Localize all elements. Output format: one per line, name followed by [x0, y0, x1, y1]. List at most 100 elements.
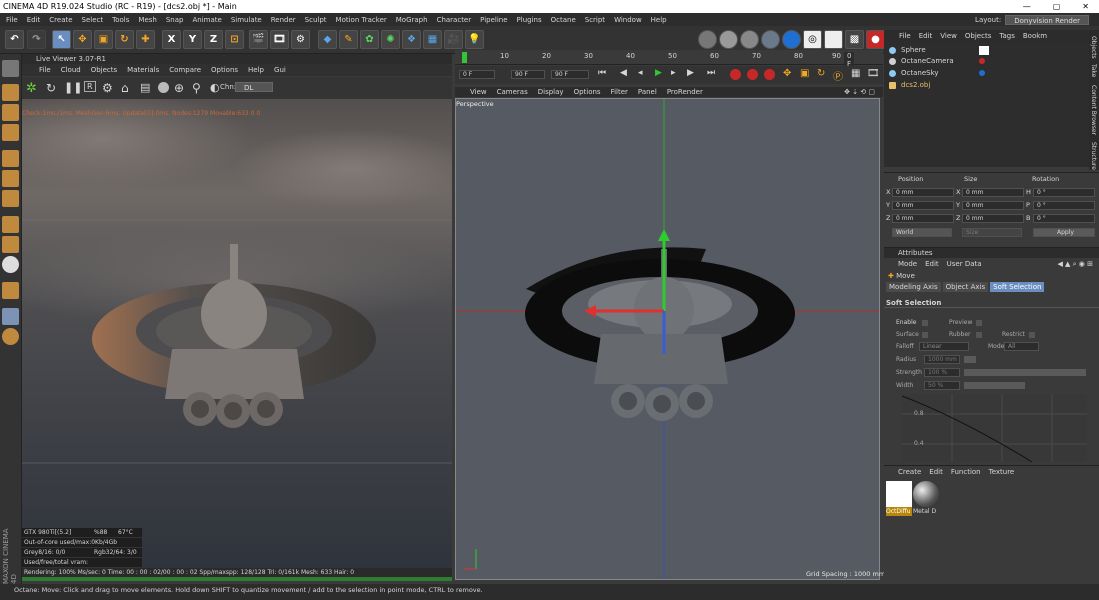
- radius-slider[interactable]: [964, 356, 976, 363]
- vp-menu-view[interactable]: View: [470, 88, 487, 96]
- playhead[interactable]: [462, 52, 467, 63]
- menu-edit[interactable]: Edit: [27, 16, 41, 24]
- menu-octane[interactable]: Octane: [551, 16, 576, 24]
- y-axis-button[interactable]: Y: [183, 30, 202, 49]
- surface-checkbox[interactable]: [922, 332, 928, 338]
- octane-material-icon[interactable]: [698, 30, 717, 49]
- octane-texture-icon[interactable]: ▩: [845, 30, 864, 49]
- mat-menu-create[interactable]: Create: [898, 466, 921, 478]
- menu-plugins[interactable]: Plugins: [517, 16, 542, 24]
- rot-p-field[interactable]: 0 °: [1033, 201, 1095, 210]
- channel-dropdown[interactable]: DL: [235, 82, 273, 92]
- octane-daylight-icon[interactable]: [824, 30, 843, 49]
- lv-menu-materials[interactable]: Materials: [127, 66, 159, 74]
- x-axis-button[interactable]: X: [162, 30, 181, 49]
- workplane-mode-icon[interactable]: [2, 124, 19, 141]
- maximize-button[interactable]: ▢: [1053, 2, 1061, 11]
- menu-mograph[interactable]: MoGraph: [396, 16, 428, 24]
- menu-pipeline[interactable]: Pipeline: [480, 16, 507, 24]
- rot-h-field[interactable]: 0 °: [1033, 188, 1095, 197]
- coordinate-space-dropdown[interactable]: World: [892, 228, 952, 237]
- lv-menu-cloud[interactable]: Cloud: [61, 66, 81, 74]
- pos-y-field[interactable]: 0 mm: [892, 201, 954, 210]
- live-viewer-render[interactable]: [22, 99, 452, 569]
- viewport-nav-icon[interactable]: ✥ ⇣ ⟲ ▢: [844, 88, 883, 96]
- tab-take[interactable]: Take: [1090, 64, 1097, 77]
- tab-modeling-axis[interactable]: Modeling Axis: [886, 282, 941, 292]
- om-menu-tags[interactable]: Tags: [999, 32, 1015, 40]
- menu-animate[interactable]: Animate: [192, 16, 221, 24]
- octane-send-icon[interactable]: ✲: [26, 81, 37, 96]
- attr-menu-edit[interactable]: Edit: [925, 258, 939, 270]
- strength-slider[interactable]: [964, 369, 1086, 376]
- white-balance-icon[interactable]: ◐: [210, 81, 220, 94]
- minimize-button[interactable]: —: [1023, 2, 1031, 11]
- vp-menu-cameras[interactable]: Cameras: [497, 88, 528, 96]
- quantize-icon[interactable]: [2, 282, 19, 299]
- perspective-viewport[interactable]: [455, 98, 880, 580]
- make-editable-icon[interactable]: [2, 60, 19, 77]
- autokey-icon[interactable]: [747, 69, 758, 80]
- end-field[interactable]: 90 F: [551, 70, 589, 79]
- falloff-dropdown[interactable]: Linear: [919, 342, 969, 351]
- radius-field[interactable]: 1000 mm: [924, 355, 960, 364]
- om-menu-edit[interactable]: Edit: [919, 32, 933, 40]
- tab-objects[interactable]: Objects: [1090, 36, 1097, 59]
- pin-icon[interactable]: ⚲: [192, 81, 201, 95]
- pen-icon[interactable]: ✎: [339, 30, 358, 49]
- rubber-checkbox[interactable]: [976, 332, 982, 338]
- menu-help[interactable]: Help: [651, 16, 667, 24]
- mat-menu-function[interactable]: Function: [951, 466, 981, 478]
- restrict-checkbox[interactable]: [1029, 332, 1035, 338]
- model-mode-icon[interactable]: [2, 84, 19, 101]
- menu-window[interactable]: Window: [614, 16, 642, 24]
- preview-checkbox[interactable]: [976, 320, 982, 326]
- menu-select[interactable]: Select: [82, 16, 104, 24]
- vp-menu-panel[interactable]: Panel: [638, 88, 657, 96]
- clay-mode-icon[interactable]: ▤: [140, 81, 150, 94]
- region-render-icon[interactable]: R: [84, 81, 96, 92]
- falloff-curve-graph[interactable]: [902, 394, 1087, 462]
- floor-icon[interactable]: ▦: [423, 30, 442, 49]
- edges-mode-icon[interactable]: [2, 170, 19, 187]
- lv-menu-options[interactable]: Options: [211, 66, 238, 74]
- size-mode-dropdown[interactable]: Size: [962, 228, 1022, 237]
- tweak-mode-icon[interactable]: [2, 236, 19, 253]
- menu-motion-tracker[interactable]: Motion Tracker: [336, 16, 387, 24]
- menu-file[interactable]: File: [6, 16, 18, 24]
- render-view-icon[interactable]: 🎬: [249, 30, 268, 49]
- pos-z-field[interactable]: 0 mm: [892, 214, 954, 223]
- go-to-start-icon[interactable]: ⏮: [598, 68, 606, 78]
- tab-soft-selection[interactable]: Soft Selection: [990, 282, 1045, 292]
- vp-menu-filter[interactable]: Filter: [611, 88, 628, 96]
- tab-object-axis[interactable]: Object Axis: [942, 282, 989, 292]
- octane-record-icon[interactable]: ●: [866, 30, 885, 49]
- axis-mode-icon[interactable]: [2, 216, 19, 233]
- menu-sculpt[interactable]: Sculpt: [305, 16, 327, 24]
- keyframe-selection-icon[interactable]: [764, 69, 775, 80]
- move-icon[interactable]: ✥: [73, 30, 92, 49]
- octane-universal-icon[interactable]: [782, 30, 801, 49]
- vp-menu-prorender[interactable]: ProRender: [667, 88, 703, 96]
- previous-key-icon[interactable]: ◀: [620, 68, 627, 78]
- previous-frame-icon[interactable]: ◂: [638, 68, 643, 78]
- start-frame-field[interactable]: 0 F: [459, 70, 495, 79]
- rot-b-field[interactable]: 0 °: [1033, 214, 1095, 223]
- lv-menu-help[interactable]: Help: [248, 66, 264, 74]
- lv-menu-file[interactable]: File: [39, 66, 51, 74]
- camera-tag-icon[interactable]: [979, 58, 985, 64]
- tab-content-browser[interactable]: Content Browser: [1090, 85, 1097, 135]
- attr-menu-user-data[interactable]: User Data: [947, 258, 982, 270]
- film-icon[interactable]: 🎞: [867, 68, 880, 79]
- close-button[interactable]: ✕: [1082, 2, 1089, 11]
- preview-min-field[interactable]: 90 F: [511, 70, 545, 79]
- polygons-mode-icon[interactable]: [2, 190, 19, 207]
- vp-menu-options[interactable]: Options: [574, 88, 601, 96]
- object-row-octanecamera[interactable]: OctaneCamera: [889, 56, 954, 66]
- key-rotation-icon[interactable]: ↻: [817, 68, 825, 79]
- coordinate-system-icon[interactable]: ⊡: [225, 30, 244, 49]
- menu-tools[interactable]: Tools: [112, 16, 129, 24]
- width-slider[interactable]: [964, 382, 1025, 389]
- size-x-field[interactable]: 0 mm: [962, 188, 1024, 197]
- octane-glossy-icon[interactable]: [719, 30, 738, 49]
